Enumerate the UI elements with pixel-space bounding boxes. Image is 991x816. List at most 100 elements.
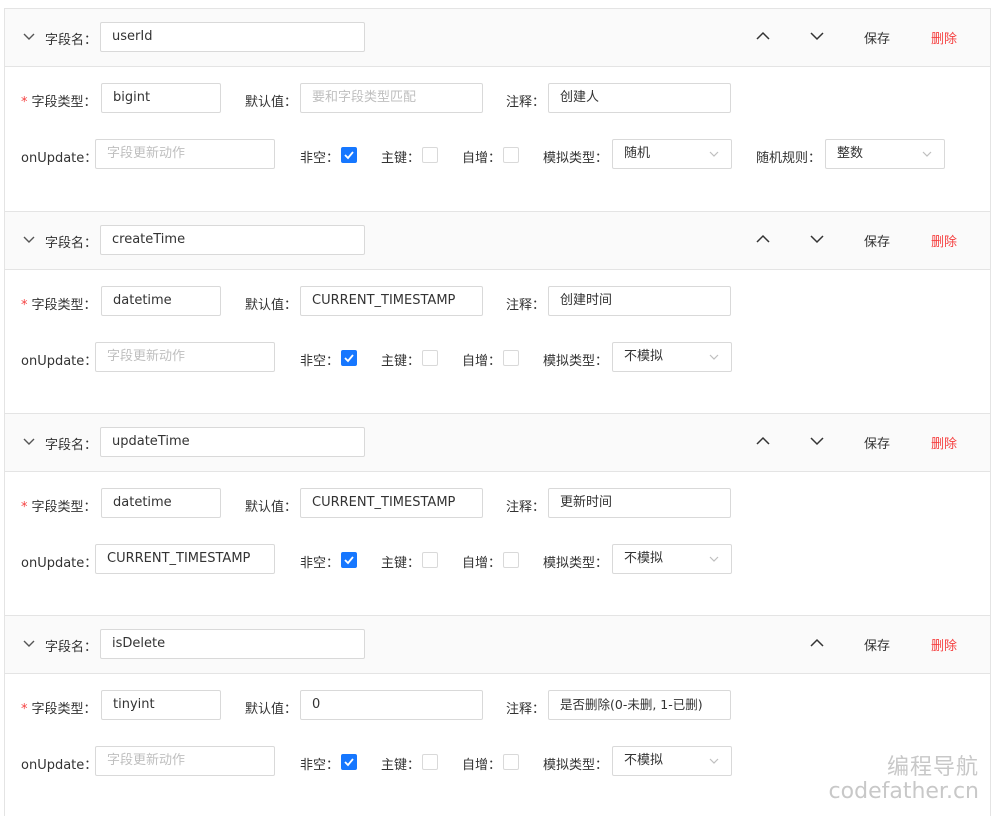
mock-type-select[interactable]: 不模拟: [612, 342, 732, 372]
mock-type-select[interactable]: 随机: [612, 139, 732, 169]
move-up-icon[interactable]: [755, 28, 771, 44]
comment-input[interactable]: 创建人: [548, 83, 731, 113]
field-type-label: * 字段类型：: [21, 702, 97, 717]
field-name-input[interactable]: updateTime: [100, 427, 365, 457]
auto-inc-checkbox[interactable]: [503, 754, 519, 770]
field-type-input[interactable]: datetime: [101, 286, 221, 316]
delete-button[interactable]: 删除: [931, 433, 957, 452]
primary-key-label: 主键：: [381, 354, 421, 369]
move-up-icon[interactable]: [809, 635, 825, 651]
auto-inc-checkbox[interactable]: [503, 147, 519, 163]
random-rule-label: 随机规则：: [756, 151, 822, 166]
field-name-input[interactable]: isDelete: [100, 629, 365, 659]
auto-inc-label: 自增：: [462, 354, 502, 369]
on-update-input[interactable]: 字段更新动作: [95, 139, 275, 169]
move-up-icon[interactable]: [755, 433, 771, 449]
on-update-label: onUpdate：: [21, 354, 98, 369]
auto-inc-checkbox[interactable]: [503, 552, 519, 568]
delete-button[interactable]: 删除: [931, 635, 957, 654]
mock-type-label: 模拟类型：: [543, 556, 609, 571]
field-panel-header: 字段名： isDelete 保存 删除: [5, 616, 990, 674]
mock-type-label: 模拟类型：: [543, 151, 609, 166]
move-up-icon[interactable]: [755, 231, 771, 247]
save-button[interactable]: 保存: [864, 28, 890, 47]
field-panel-updateTime: 字段名： updateTime 保存 删除 * 字段类型： datetime 默认…: [4, 413, 991, 617]
field-name-input[interactable]: createTime: [100, 225, 365, 255]
primary-key-label: 主键：: [381, 151, 421, 166]
chevron-down-icon: [709, 758, 719, 764]
default-input[interactable]: CURRENT_TIMESTAMP: [300, 286, 483, 316]
comment-label: 注释：: [506, 95, 546, 110]
default-label: 默认值：: [245, 500, 298, 515]
field-name-label: 字段名：: [45, 438, 98, 453]
not-null-checkbox[interactable]: [341, 754, 357, 770]
primary-key-checkbox[interactable]: [422, 147, 438, 163]
not-null-label: 非空：: [300, 758, 340, 773]
primary-key-checkbox[interactable]: [422, 350, 438, 366]
mock-type-value: 不模拟: [624, 349, 664, 364]
watermark-url: codefather.cn: [828, 779, 979, 804]
mock-type-value: 不模拟: [624, 753, 664, 768]
comment-input[interactable]: 是否删除(0-未删, 1-已删): [548, 690, 731, 720]
primary-key-checkbox[interactable]: [422, 754, 438, 770]
mock-type-select[interactable]: 不模拟: [612, 544, 732, 574]
default-label: 默认值：: [245, 702, 298, 717]
mock-type-select[interactable]: 不模拟: [612, 746, 732, 776]
mock-type-label: 模拟类型：: [543, 354, 609, 369]
delete-button[interactable]: 删除: [931, 231, 957, 250]
default-input[interactable]: 要和字段类型匹配: [300, 83, 483, 113]
mock-type-label: 模拟类型：: [543, 758, 609, 773]
field-type-label: * 字段类型：: [21, 298, 97, 313]
on-update-input[interactable]: 字段更新动作: [95, 342, 275, 372]
primary-key-checkbox[interactable]: [422, 552, 438, 568]
save-button[interactable]: 保存: [864, 635, 890, 654]
move-down-icon[interactable]: [809, 28, 825, 44]
auto-inc-checkbox[interactable]: [503, 350, 519, 366]
not-null-label: 非空：: [300, 556, 340, 571]
on-update-input[interactable]: CURRENT_TIMESTAMP: [95, 544, 275, 574]
field-type-label: * 字段类型：: [21, 500, 97, 515]
random-rule-value: 整数: [837, 146, 864, 161]
move-down-icon[interactable]: [809, 231, 825, 247]
comment-input[interactable]: 更新时间: [548, 488, 731, 518]
on-update-label: onUpdate：: [21, 556, 98, 571]
field-type-input[interactable]: datetime: [101, 488, 221, 518]
field-name-input[interactable]: userId: [100, 22, 365, 52]
save-button[interactable]: 保存: [864, 231, 890, 250]
not-null-checkbox[interactable]: [341, 350, 357, 366]
field-type-input[interactable]: tinyint: [101, 690, 221, 720]
comment-label: 注释：: [506, 298, 546, 313]
field-name-label: 字段名：: [45, 33, 98, 48]
comment-input[interactable]: 创建时间: [548, 286, 731, 316]
delete-button[interactable]: 删除: [931, 28, 957, 47]
mock-type-value: 不模拟: [624, 551, 664, 566]
on-update-label: onUpdate：: [21, 151, 98, 166]
not-null-label: 非空：: [300, 354, 340, 369]
primary-key-label: 主键：: [381, 556, 421, 571]
chevron-down-icon: [709, 354, 719, 360]
chevron-down-icon[interactable]: [22, 29, 36, 43]
not-null-checkbox[interactable]: [341, 147, 357, 163]
auto-inc-label: 自增：: [462, 758, 502, 773]
auto-inc-label: 自增：: [462, 556, 502, 571]
field-panel-userId: 字段名： userId 保存 删除 * 字段类型： bigint 默认值： 要和字…: [4, 9, 991, 212]
field-type-label: * 字段类型：: [21, 95, 97, 110]
field-panel-header: 字段名： createTime 保存 删除: [5, 212, 990, 270]
comment-label: 注释：: [506, 702, 546, 717]
on-update-input[interactable]: 字段更新动作: [95, 746, 275, 776]
random-rule-select[interactable]: 整数: [825, 139, 945, 169]
not-null-checkbox[interactable]: [341, 552, 357, 568]
chevron-down-icon[interactable]: [22, 434, 36, 448]
chevron-down-icon[interactable]: [22, 232, 36, 246]
field-type-input[interactable]: bigint: [101, 83, 221, 113]
default-input[interactable]: 0: [300, 690, 483, 720]
move-down-icon[interactable]: [809, 433, 825, 449]
not-null-label: 非空：: [300, 151, 340, 166]
default-label: 默认值：: [245, 95, 298, 110]
default-input[interactable]: CURRENT_TIMESTAMP: [300, 488, 483, 518]
chevron-down-icon: [709, 556, 719, 562]
save-button[interactable]: 保存: [864, 433, 890, 452]
chevron-down-icon[interactable]: [22, 636, 36, 650]
chevron-down-icon: [709, 151, 719, 157]
chevron-down-icon: [922, 151, 932, 157]
